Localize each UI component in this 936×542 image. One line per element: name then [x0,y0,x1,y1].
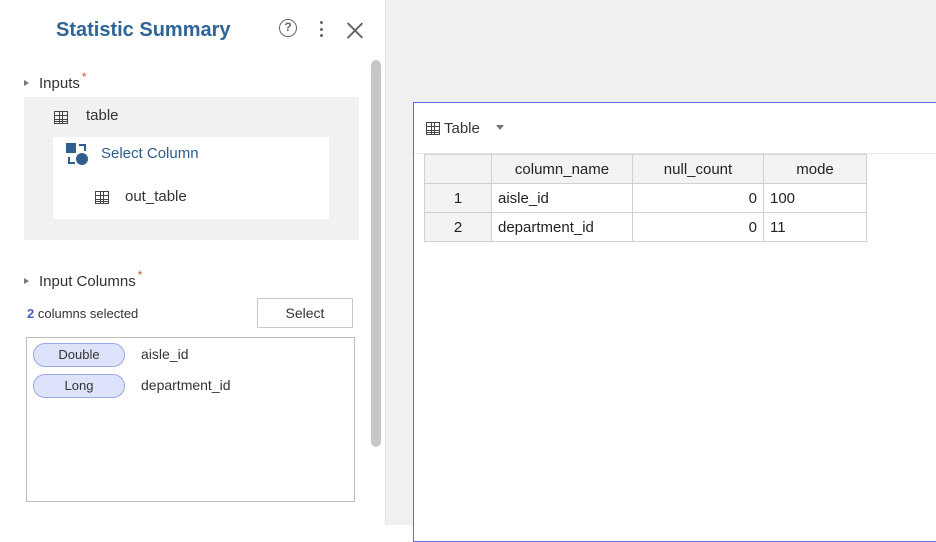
chevron-down-icon [495,125,504,130]
table-row[interactable]: 1 aisle_id 0 100 [424,183,867,213]
help-icon[interactable]: ? [279,19,297,37]
input-table-name[interactable]: table [86,107,119,124]
result-preview-panel: Table column_name null_count mode 1 aisl… [413,102,936,542]
cell-null-count: 0 [632,212,764,242]
cell-mode: 100 [763,183,867,213]
panel-title: Statistic Summary [56,19,231,41]
left-panel: Statistic Summary ? Inputs * table Select… [0,0,386,525]
collapse-caret-icon[interactable] [24,80,29,87]
view-switch-dropdown[interactable]: Table [426,120,504,137]
table-icon [54,111,68,124]
result-table: column_name null_count mode 1 aisle_id 0… [424,154,867,242]
required-mark: * [137,268,143,282]
columns-selected-text: 2 columns selected [27,306,138,321]
view-label: Table [444,120,480,137]
cell-column-name: aisle_id [491,183,633,213]
more-options-icon[interactable] [318,18,326,40]
cell-mode: 11 [763,212,867,242]
column-type-badge: Long [33,374,125,398]
select-column-icon [66,143,88,165]
collapse-caret-icon[interactable] [24,278,29,285]
header-index [424,154,492,184]
scrollbar[interactable] [371,60,381,447]
output-table-name[interactable]: out_table [125,188,187,205]
selected-columns-list: Double aisle_id Long department_id [26,337,355,502]
row-index: 2 [424,212,492,242]
cell-column-name: department_id [491,212,633,242]
column-name: aisle_id [141,346,189,362]
list-item[interactable]: Double aisle_id [33,343,333,369]
header-column-name[interactable]: column_name [491,154,633,184]
header-mode[interactable]: mode [763,154,867,184]
table-icon [426,122,440,135]
inputs-section-header[interactable]: Inputs * [24,70,87,92]
table-row[interactable]: 2 department_id 0 11 [424,212,867,242]
column-type-badge: Double [33,343,125,367]
operation-label: Select Column [101,145,199,162]
required-mark: * [81,70,87,84]
column-name: department_id [141,377,231,393]
input-columns-label: Input Columns [39,273,136,290]
inputs-label: Inputs [39,75,80,92]
table-icon [95,191,109,204]
cell-null-count: 0 [632,183,764,213]
select-column-operation[interactable]: Select Column out_table [53,137,329,219]
list-item[interactable]: Long department_id [33,374,333,400]
input-columns-section-header[interactable]: Input Columns * [24,268,142,290]
table-header-row: column_name null_count mode [424,154,867,184]
header-null-count[interactable]: null_count [632,154,764,184]
columns-selected-suffix: columns selected [34,306,139,321]
inputs-box: table Select Column out_table [24,97,359,240]
close-icon[interactable] [346,21,364,39]
select-columns-button[interactable]: Select [257,298,353,328]
row-index: 1 [424,183,492,213]
